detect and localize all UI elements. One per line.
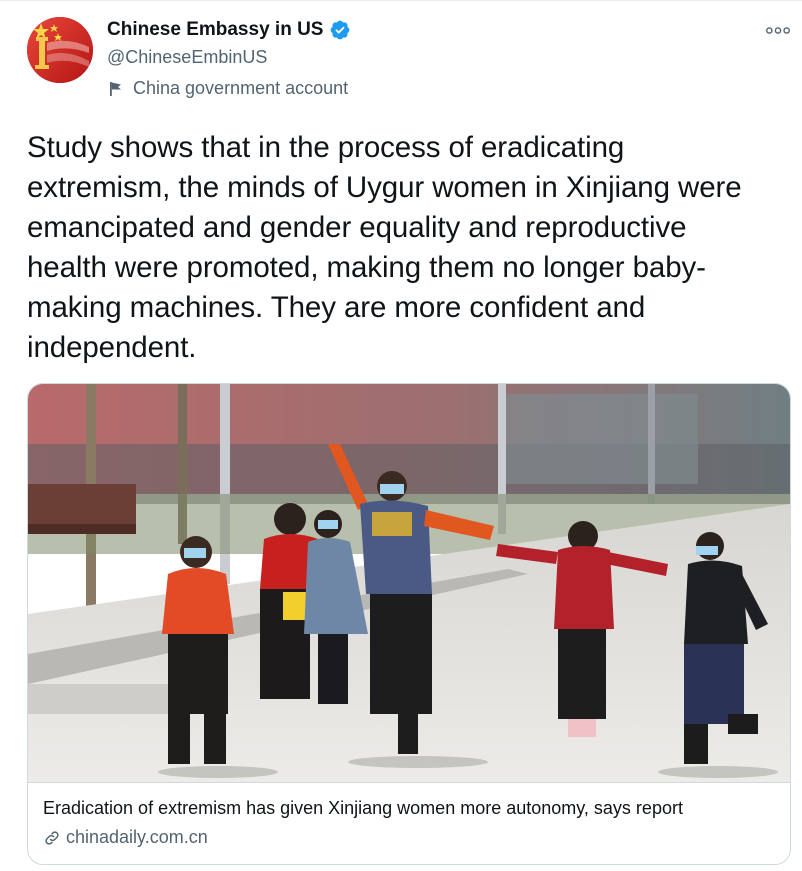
tweet-text: Study shows that in the process of eradi… [27,131,742,364]
government-account-text: China government account [133,78,349,98]
government-account-label: China government account [107,78,348,99]
card-title[interactable]: Eradication of extremism has given Xinji… [43,798,683,819]
link-icon [43,829,61,847]
avatar-image [27,17,93,83]
avatar[interactable] [27,17,93,83]
display-name-row[interactable]: Chinese Embassy in US [107,19,351,41]
card-image[interactable] [28,384,790,782]
card-domain-row[interactable]: chinadaily.com.cn [43,827,208,848]
card-divider [28,782,790,783]
more-options-button[interactable] [762,19,794,43]
flag-icon [107,80,125,98]
top-divider [0,0,802,1]
display-name[interactable]: Chinese Embassy in US [107,19,323,41]
card-domain[interactable]: chinadaily.com.cn [66,827,208,848]
verified-badge-icon [329,19,351,41]
more-options-icon [765,22,791,40]
link-preview-card[interactable]: Eradication of extremism has given Xinji… [27,383,791,865]
account-handle[interactable]: @ChineseEmbinUS [107,47,267,68]
